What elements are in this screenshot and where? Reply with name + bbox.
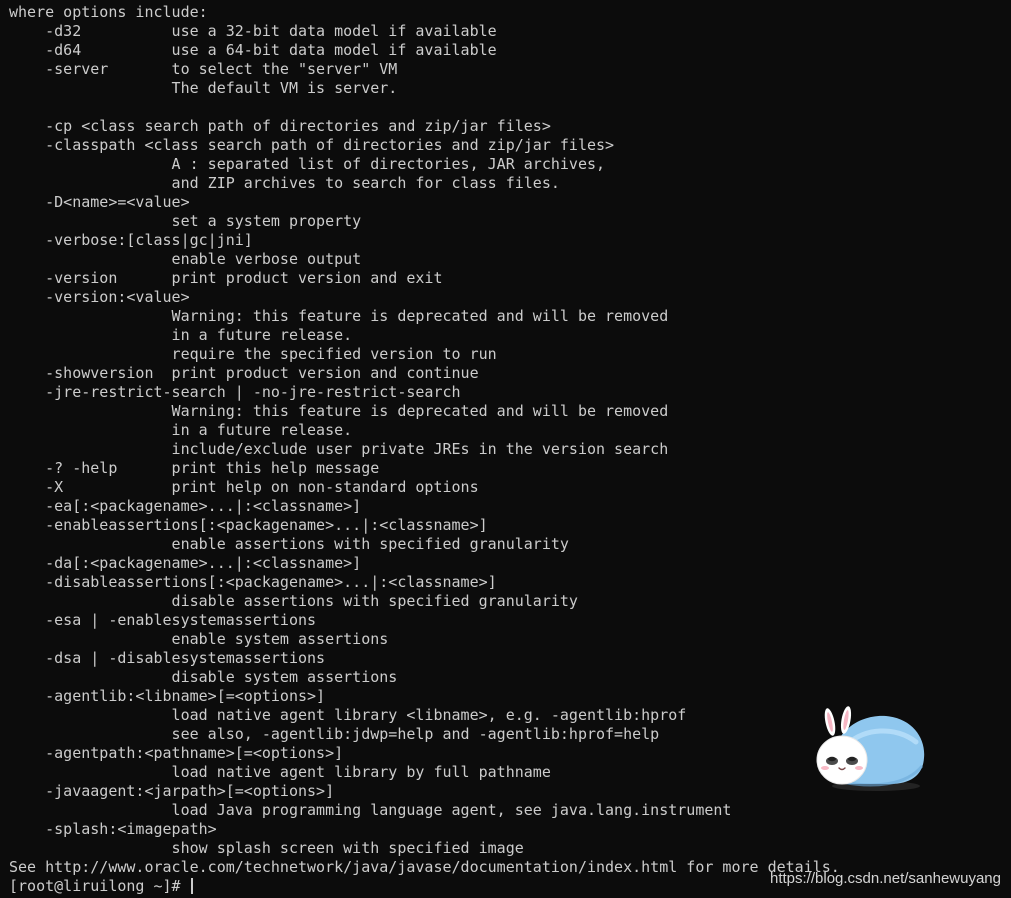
- terminal-line: -da[:<packagename>...|:<classname>]: [9, 554, 362, 572]
- terminal-line: -d64 use a 64-bit data model if availabl…: [9, 41, 497, 59]
- terminal-line: -showversion print product version and c…: [9, 364, 479, 382]
- terminal-line: -version print product version and exit: [9, 269, 443, 287]
- terminal-line: require the specified version to run: [9, 345, 497, 363]
- terminal-line: show splash screen with specified image: [9, 839, 524, 857]
- terminal-line: enable system assertions: [9, 630, 389, 648]
- terminal-line: -d32 use a 32-bit data model if availabl…: [9, 22, 497, 40]
- text-cursor: [190, 878, 193, 894]
- terminal-line: load Java programming language agent, se…: [9, 801, 732, 819]
- terminal-line: -verbose:[class|gc|jni]: [9, 231, 253, 249]
- terminal-line: -splash:<imagepath>: [9, 820, 217, 838]
- terminal-line: -dsa | -disablesystemassertions: [9, 649, 326, 667]
- bunny-sticker-icon: [816, 706, 925, 791]
- terminal-line: set a system property: [9, 212, 362, 230]
- terminal-line: in a future release.: [9, 421, 353, 439]
- terminal-line: -? -help print this help message: [9, 459, 380, 477]
- terminal-line: in a future release.: [9, 326, 353, 344]
- terminal-line: A : separated list of directories, JAR a…: [9, 155, 606, 173]
- terminal-line: enable verbose output: [9, 250, 362, 268]
- terminal-line: -server to select the "server" VM: [9, 60, 398, 78]
- terminal-line: where options include:: [9, 3, 208, 21]
- terminal-line: load native agent library by full pathna…: [9, 763, 551, 781]
- terminal-line: -X print help on non-standard options: [9, 478, 479, 496]
- terminal-line: include/exclude user private JREs in the…: [9, 440, 669, 458]
- terminal-line: -javaagent:<jarpath>[=<options>]: [9, 782, 335, 800]
- terminal-line: -D<name>=<value>: [9, 193, 190, 211]
- command-prompt[interactable]: [root@liruilong ~]#: [9, 877, 193, 896]
- terminal-line: -agentlib:<libname>[=<options>]: [9, 687, 326, 705]
- terminal-line: -version:<value>: [9, 288, 190, 306]
- terminal-line: -agentpath:<pathname>[=<options>]: [9, 744, 344, 762]
- terminal-line: see also, -agentlib:jdwp=help and -agent…: [9, 725, 660, 743]
- terminal-line: Warning: this feature is deprecated and …: [9, 307, 669, 325]
- terminal-line: -esa | -enablesystemassertions: [9, 611, 317, 629]
- terminal-line: -enableassertions[:<packagename>...|:<cl…: [9, 516, 488, 534]
- terminal-line: load native agent library <libname>, e.g…: [9, 706, 687, 724]
- terminal-line: -jre-restrict-search | -no-jre-restrict-…: [9, 383, 461, 401]
- watermark-url: https://blog.csdn.net/sanhewuyang: [770, 870, 1001, 887]
- terminal-line: -cp <class search path of directories an…: [9, 117, 551, 135]
- terminal-line: Warning: this feature is deprecated and …: [9, 402, 669, 420]
- terminal-output: where options include: -d32 use a 32-bit…: [9, 3, 840, 877]
- terminal-line: and ZIP archives to search for class fil…: [9, 174, 560, 192]
- terminal-line: -ea[:<packagename>...|:<classname>]: [9, 497, 362, 515]
- terminal-line: disable system assertions: [9, 668, 398, 686]
- terminal-line: -classpath <class search path of directo…: [9, 136, 615, 154]
- terminal-line: -disableassertions[:<packagename>...|:<c…: [9, 573, 497, 591]
- terminal-line: See http://www.oracle.com/technetwork/ja…: [9, 858, 840, 876]
- prompt-text: [root@liruilong ~]#: [9, 877, 190, 895]
- terminal-line: The default VM is server.: [9, 79, 398, 97]
- terminal-line: enable assertions with specified granula…: [9, 535, 569, 553]
- terminal-line: disable assertions with specified granul…: [9, 592, 578, 610]
